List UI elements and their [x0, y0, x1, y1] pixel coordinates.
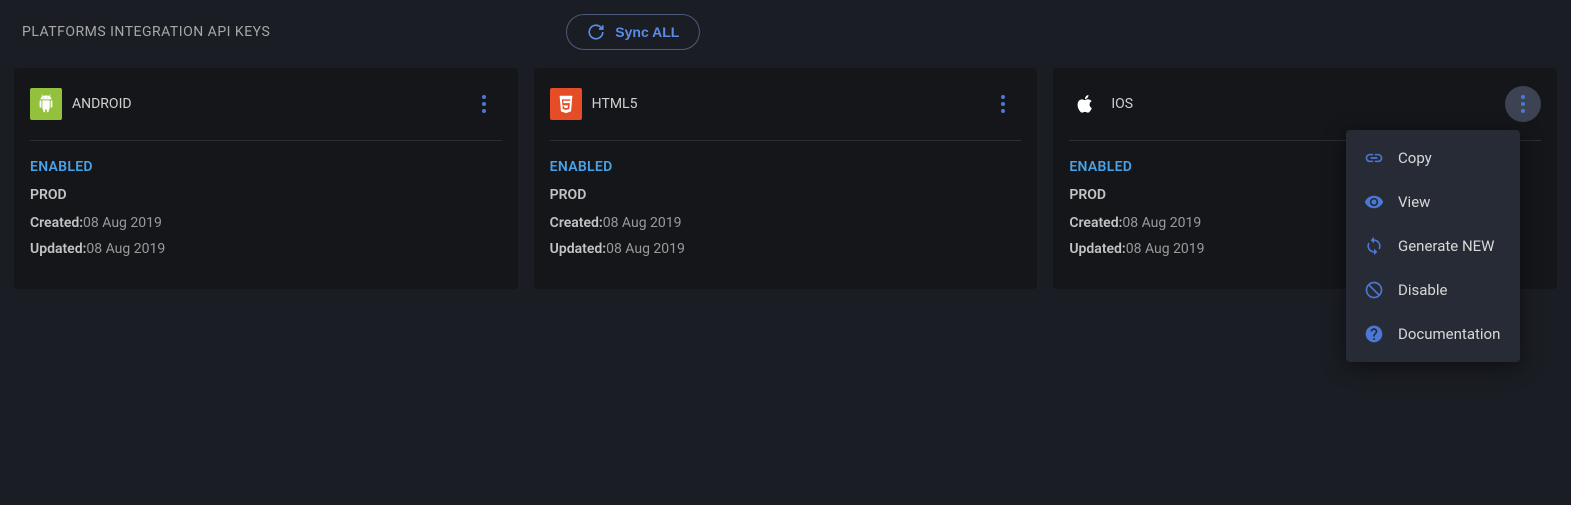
created-date: 08 Aug 2019 — [83, 215, 162, 231]
platform-card-android: ANDROID ENABLED PROD Created:08 Aug 2019… — [14, 68, 518, 289]
created-date: 08 Aug 2019 — [603, 215, 682, 231]
menu-item-documentation[interactable]: Documentation — [1346, 312, 1520, 356]
sync-icon — [1364, 236, 1384, 256]
menu-item-disable[interactable]: Disable — [1346, 268, 1520, 312]
environment-label: PROD — [30, 187, 502, 203]
link-icon — [1364, 148, 1384, 168]
updated-date: 08 Aug 2019 — [606, 241, 685, 257]
platform-card-html5: HTML5 ENABLED PROD Created:08 Aug 2019 U… — [534, 68, 1038, 289]
created-date: 08 Aug 2019 — [1122, 215, 1201, 231]
eye-icon — [1364, 192, 1384, 212]
android-icon — [30, 88, 62, 120]
status-badge: ENABLED — [30, 159, 502, 175]
platform-name: ANDROID — [72, 96, 132, 112]
menu-label: Copy — [1398, 149, 1432, 167]
updated-date: 08 Aug 2019 — [86, 241, 165, 257]
more-options-button[interactable] — [985, 86, 1021, 122]
more-options-button[interactable] — [1505, 86, 1541, 122]
html5-icon — [550, 88, 582, 120]
status-badge: ENABLED — [550, 159, 1022, 175]
created-row: Created:08 Aug 2019 — [30, 215, 502, 231]
menu-label: Disable — [1398, 281, 1447, 299]
created-label: Created: — [550, 215, 603, 231]
context-menu: Copy View Generate NEW Disable — [1346, 130, 1520, 362]
platform-name: HTML5 — [592, 96, 638, 112]
more-vertical-icon — [1521, 95, 1525, 113]
help-icon — [1364, 324, 1384, 344]
menu-item-view[interactable]: View — [1346, 180, 1520, 224]
more-vertical-icon — [1001, 95, 1005, 113]
created-row: Created:08 Aug 2019 — [550, 215, 1022, 231]
updated-row: Updated:08 Aug 2019 — [30, 241, 502, 257]
page-title: PLATFORMS INTEGRATION API KEYS — [22, 24, 270, 40]
block-icon — [1364, 280, 1384, 300]
environment-label: PROD — [550, 187, 1022, 203]
updated-row: Updated:08 Aug 2019 — [550, 241, 1022, 257]
updated-date: 08 Aug 2019 — [1126, 241, 1205, 257]
updated-label: Updated: — [550, 241, 606, 257]
menu-label: View — [1398, 193, 1430, 211]
refresh-icon — [587, 23, 605, 41]
updated-label: Updated: — [1069, 241, 1125, 257]
updated-label: Updated: — [30, 241, 86, 257]
created-label: Created: — [30, 215, 83, 231]
menu-label: Documentation — [1398, 325, 1500, 343]
platform-name: IOS — [1111, 96, 1133, 112]
more-vertical-icon — [482, 95, 486, 113]
sync-all-label: Sync ALL — [615, 24, 679, 40]
menu-item-generate[interactable]: Generate NEW — [1346, 224, 1520, 268]
menu-item-copy[interactable]: Copy — [1346, 136, 1520, 180]
apple-icon — [1069, 88, 1101, 120]
menu-label: Generate NEW — [1398, 237, 1494, 255]
more-options-button[interactable] — [466, 86, 502, 122]
created-label: Created: — [1069, 215, 1122, 231]
sync-all-button[interactable]: Sync ALL — [566, 14, 700, 50]
